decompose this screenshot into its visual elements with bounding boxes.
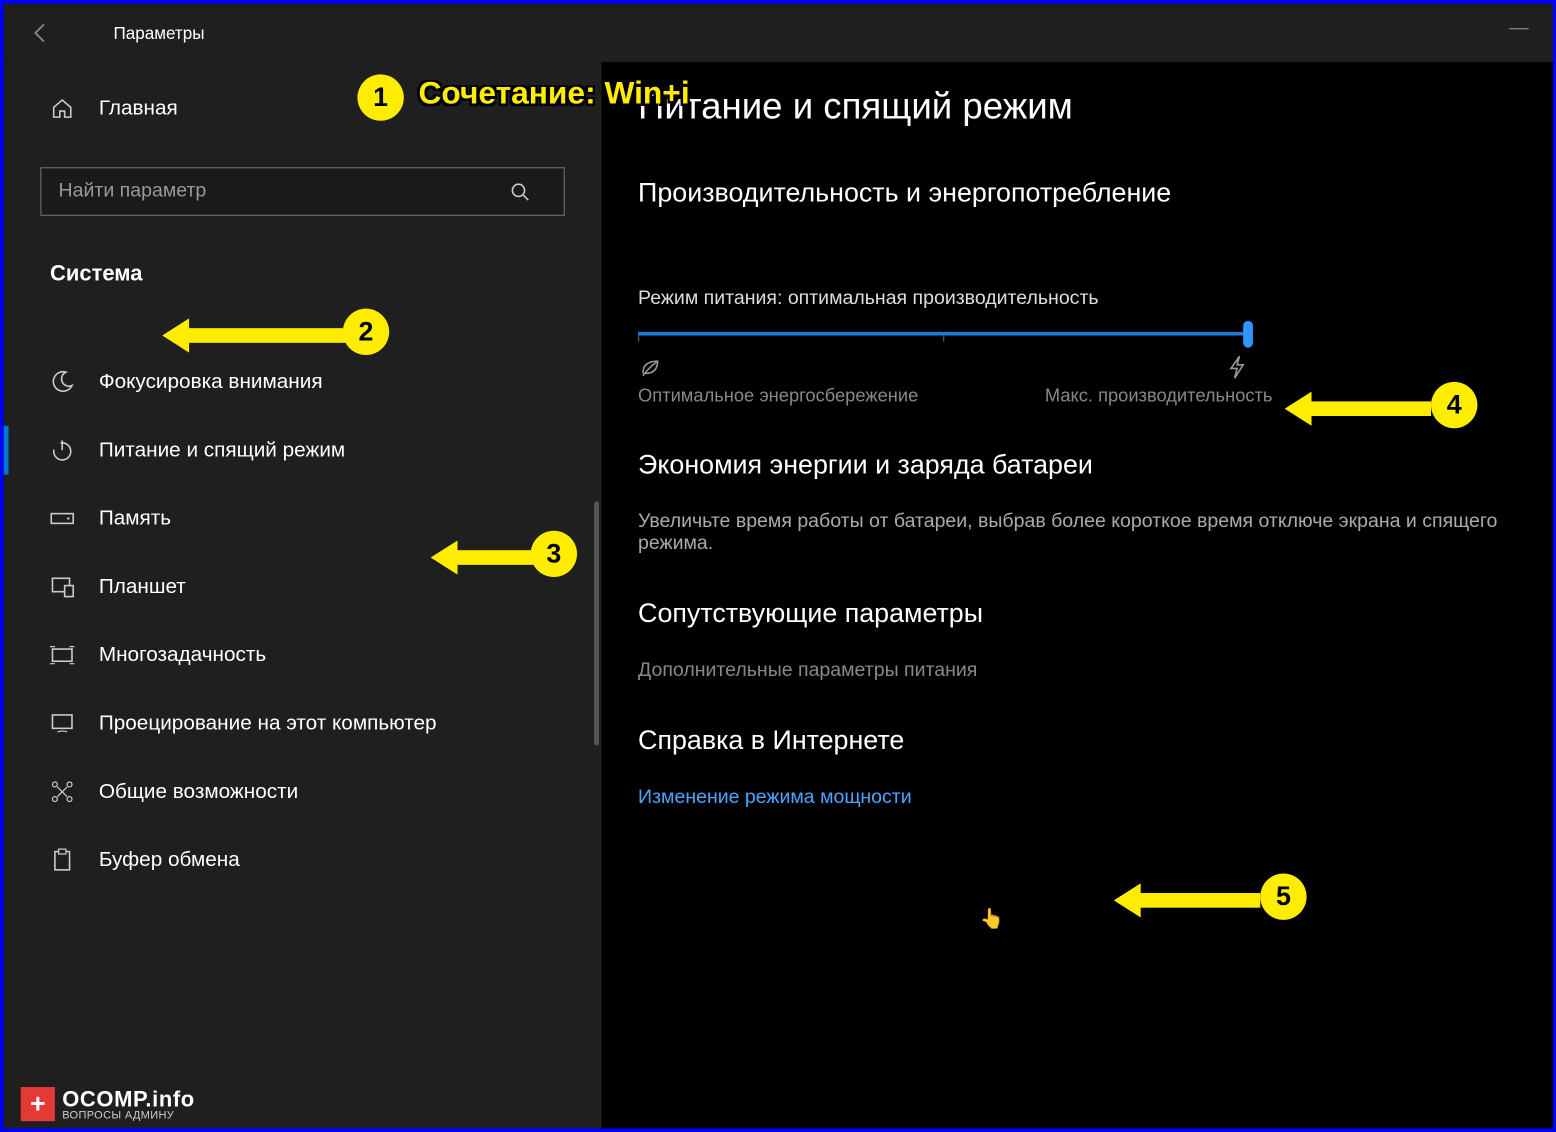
watermark-main: OCOMP.info [62,1088,195,1110]
sidebar-item-focus-assist[interactable]: Фокусировка внимания [4,348,602,416]
annotation-badge-4: 4 [1431,382,1477,428]
main-content: Питание и спящий режим Производительност… [601,62,1553,1128]
sidebar-scrollbar[interactable] [594,501,599,745]
minimize-icon[interactable] [1509,28,1529,29]
settings-window: Параметры Главная Система [0,0,1556,1132]
sidebar-item-projecting[interactable]: Проецирование на этот компьютер [4,689,602,757]
sidebar-item-label: Память [99,506,171,530]
slider-right-label: Макс. производительность [1045,386,1273,407]
shared-icon [50,780,99,804]
titlebar: Параметры [4,4,1553,63]
sidebar-item-label: Проецирование на этот компьютер [99,711,437,735]
sidebar-item-label: Общие возможности [99,780,298,804]
annotation-text-1: Сочетание: Win+i [418,74,689,112]
sidebar-item-multitasking[interactable]: Многозадачность [4,621,602,689]
section-related-heading: Сопутствующие параметры [638,598,1516,630]
cursor-icon: 👆 [980,906,1004,930]
moon-icon [50,370,99,394]
power-slider[interactable] [638,332,1516,342]
storage-icon [50,511,99,526]
search-icon [510,182,564,202]
slider-thumb[interactable] [1243,321,1253,348]
power-icon [50,438,99,462]
multitasking-icon [50,643,99,667]
page-title: Питание и спящий режим [638,87,1516,128]
annotation-badge-1: 1 [357,74,403,120]
slider-left-label: Оптимальное энергосбережение [638,386,918,407]
watermark: + OCOMP.info ВОПРОСЫ АДМИНУ [21,1087,195,1121]
sidebar-home-label: Главная [99,96,178,120]
search-input[interactable] [41,181,509,203]
power-mode-label: Режим питания: оптимальная производитель… [638,288,1516,310]
back-button[interactable] [16,9,65,58]
annotation-badge-3: 3 [531,531,577,577]
sidebar-item-power-sleep[interactable]: Питание и спящий режим [4,416,602,484]
annotation-badge-2: 2 [343,309,389,355]
additional-power-link[interactable]: Дополнительные параметры питания [638,660,1516,682]
annotation-badge-5: 5 [1260,874,1306,920]
section-battery-text: Увеличьте время работы от батареи, выбра… [638,511,1516,555]
window-title: Параметры [113,23,204,43]
watermark-sub: ВОПРОСЫ АДМИНУ [62,1110,195,1121]
sidebar-item-label: Питание и спящий режим [99,438,345,462]
sidebar-item-label: Планшет [99,575,186,599]
sidebar-category-system[interactable]: Система [4,246,602,311]
sidebar-item-label: Фокусировка внимания [99,370,323,394]
projecting-icon [50,711,99,735]
sidebar: Главная Система Фокусировка внимания [4,62,602,1128]
home-icon [50,96,99,120]
clipboard-icon [50,848,99,872]
sidebar-item-label: Буфер обмена [99,848,240,872]
leaf-icon [638,354,665,381]
change-power-mode-link[interactable]: Изменение режима мощности [638,787,1516,809]
section-help-heading: Справка в Интернете [638,725,1516,757]
sidebar-item-clipboard[interactable]: Буфер обмена [4,826,602,894]
sidebar-item-shared[interactable]: Общие возможности [4,758,602,826]
tablet-icon [50,575,99,599]
sidebar-item-storage[interactable]: Память [4,484,602,552]
lightning-icon [1226,354,1248,381]
search-box[interactable] [40,167,565,216]
back-arrow-icon [29,22,51,44]
watermark-plus-icon: + [21,1087,55,1121]
section-performance-heading: Производительность и энергопотребление [638,177,1516,209]
section-battery-heading: Экономия энергии и заряда батареи [638,449,1516,481]
sidebar-item-label: Многозадачность [99,643,266,667]
